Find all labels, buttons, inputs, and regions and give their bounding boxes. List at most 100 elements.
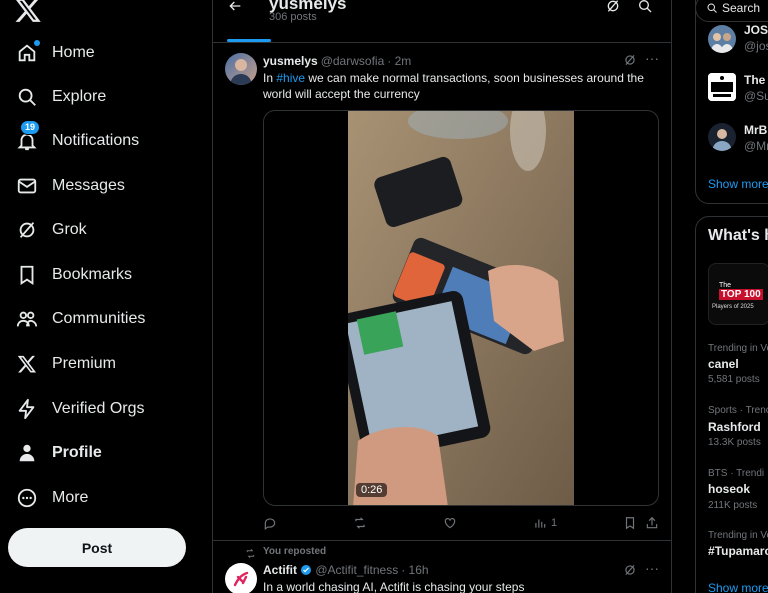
search-icon[interactable] xyxy=(637,0,653,19)
suggestion-name: MrB xyxy=(744,123,768,137)
show-more-link[interactable]: Show more xyxy=(708,177,768,191)
nav-item-notifications[interactable]: 19 Notifications xyxy=(8,120,155,161)
trends-card: What's h The TOP 100 Players of 2025 Tre… xyxy=(695,216,768,593)
trends-title: What's h xyxy=(708,227,768,244)
envelope-icon xyxy=(16,175,38,197)
show-more-link[interactable]: Show more xyxy=(708,581,768,593)
unread-dot xyxy=(34,40,40,46)
x-logo-icon xyxy=(16,353,38,375)
follow-suggestion[interactable]: The @Su xyxy=(744,73,768,103)
share-icon xyxy=(646,516,658,529)
follow-suggestion[interactable]: JOS @jos xyxy=(744,23,768,53)
nav-item-more[interactable]: More xyxy=(8,478,104,518)
who-to-follow-card: JOS @jos The @Su MrB @Mr Show more xyxy=(695,0,768,204)
notification-badge: 19 xyxy=(20,120,41,135)
nav-item-verified-orgs[interactable]: Verified Orgs xyxy=(8,389,160,429)
trend-count: 13.3K posts xyxy=(708,437,761,448)
search-icon xyxy=(16,86,38,108)
avatar[interactable] xyxy=(708,123,736,151)
nav-item-premium[interactable]: Premium xyxy=(8,344,132,384)
right-sidebar: Search JOS @jos The @Su MrB @Mr Show mor… xyxy=(684,0,768,593)
trend-name[interactable]: hoseok xyxy=(708,482,750,496)
x-logo-icon[interactable] xyxy=(14,0,42,24)
views-button[interactable]: 1 xyxy=(533,514,557,532)
nav-item-grok[interactable]: Grok xyxy=(8,210,103,250)
profile-header: yusmelys 306 posts xyxy=(213,0,671,43)
trend-meta: Trending in Ve xyxy=(708,343,768,354)
post-time[interactable]: · 2m xyxy=(387,54,411,68)
video-duration: 0:26 xyxy=(356,483,388,497)
nav-item-label: More xyxy=(52,489,89,506)
nav-item-label: Grok xyxy=(52,221,87,238)
bookmark-icon xyxy=(16,264,38,286)
post-card[interactable]: You reposted Actifit @Actifit_fitness · 1… xyxy=(213,541,671,593)
video-frame[interactable]: 0:26 xyxy=(348,111,574,505)
hashtag-link[interactable]: #hive xyxy=(276,71,305,85)
avatar[interactable] xyxy=(708,73,736,101)
video-player[interactable]: 0:26 xyxy=(263,110,659,506)
repost-label: You reposted xyxy=(263,546,327,557)
nav-item-messages[interactable]: Messages xyxy=(8,166,141,206)
nav-item-label: Premium xyxy=(52,355,117,372)
trend-name[interactable]: Rashford xyxy=(708,420,761,434)
nav-item-explore[interactable]: Explore xyxy=(8,77,122,117)
share-button[interactable] xyxy=(645,514,659,532)
author-handle[interactable]: @Actifit_fitness xyxy=(315,563,398,577)
reply-button[interactable] xyxy=(263,514,277,532)
like-button[interactable] xyxy=(443,514,457,532)
avatar[interactable] xyxy=(225,53,257,85)
repost-icon xyxy=(355,517,365,529)
active-tab-indicator xyxy=(227,39,271,42)
nav-item-label: Verified Orgs xyxy=(52,400,145,417)
bookmark-button[interactable] xyxy=(623,514,637,532)
promo-text-line1: The xyxy=(719,282,732,289)
suggestion-name: JOS xyxy=(744,23,768,37)
avatar[interactable] xyxy=(708,25,736,53)
trend-name[interactable]: canel xyxy=(708,357,739,371)
post-text: In a world chasing AI, Actifit is chasin… xyxy=(263,580,525,593)
promo-text-line2: TOP 100 xyxy=(719,289,763,300)
nav-item-bookmarks[interactable]: Bookmarks xyxy=(8,255,148,295)
post-actions: 1 xyxy=(263,514,659,532)
grok-icon[interactable] xyxy=(605,0,621,19)
trend-name[interactable]: #Tupamaro xyxy=(708,544,768,558)
more-options-icon[interactable]: ··· xyxy=(645,560,659,576)
author-name[interactable]: yusmelys xyxy=(263,54,318,68)
follow-suggestion[interactable]: MrB @Mr xyxy=(744,123,768,153)
lightning-icon xyxy=(16,398,38,420)
author-name[interactable]: Actifit xyxy=(263,563,297,577)
repost-button[interactable] xyxy=(353,514,367,532)
top100-promo-image[interactable]: The TOP 100 Players of 2025 xyxy=(708,263,768,325)
home-icon xyxy=(16,40,40,64)
back-arrow-icon[interactable] xyxy=(227,0,243,19)
bell-icon: 19 xyxy=(16,120,41,152)
author-handle[interactable]: @darwsofia xyxy=(321,54,385,68)
trend-meta: Trending in Ve xyxy=(708,530,768,541)
more-circle-icon xyxy=(16,487,38,509)
post-button[interactable]: Post xyxy=(8,528,186,567)
post-header: Actifit @Actifit_fitness · 16h xyxy=(263,563,429,579)
nav-item-label: Communities xyxy=(52,310,146,327)
views-count: 1 xyxy=(551,517,558,529)
post-text-prefix: In xyxy=(263,71,277,85)
more-options-icon[interactable]: ··· xyxy=(645,50,659,66)
post-time[interactable]: · 16h xyxy=(401,563,428,577)
trend-count: 211K posts xyxy=(708,500,758,511)
nav-item-profile[interactable]: Profile xyxy=(8,433,118,473)
nav-item-label: Messages xyxy=(52,177,125,194)
post-text: In #hive we can make normal transactions… xyxy=(263,70,655,102)
nav-item-label: Home xyxy=(52,44,95,61)
video-thumbnail xyxy=(348,111,574,505)
nav-item-label: Notifications xyxy=(52,132,140,149)
suggestion-handle: @Su xyxy=(744,89,768,103)
nav-item-label: Explore xyxy=(52,88,107,105)
heart-icon xyxy=(444,518,456,529)
chart-icon xyxy=(535,519,546,528)
suggestion-name: The xyxy=(744,73,766,87)
trend-meta: Sports · Trenc xyxy=(708,405,768,416)
nav-item-communities[interactable]: Communities xyxy=(8,299,161,339)
avatar[interactable] xyxy=(225,563,257,593)
nav-item-home[interactable]: Home xyxy=(8,33,111,73)
post-card[interactable]: yusmelys @darwsofia · 2m ··· In #hive we c… xyxy=(213,44,671,540)
bookmark-icon xyxy=(625,517,635,530)
